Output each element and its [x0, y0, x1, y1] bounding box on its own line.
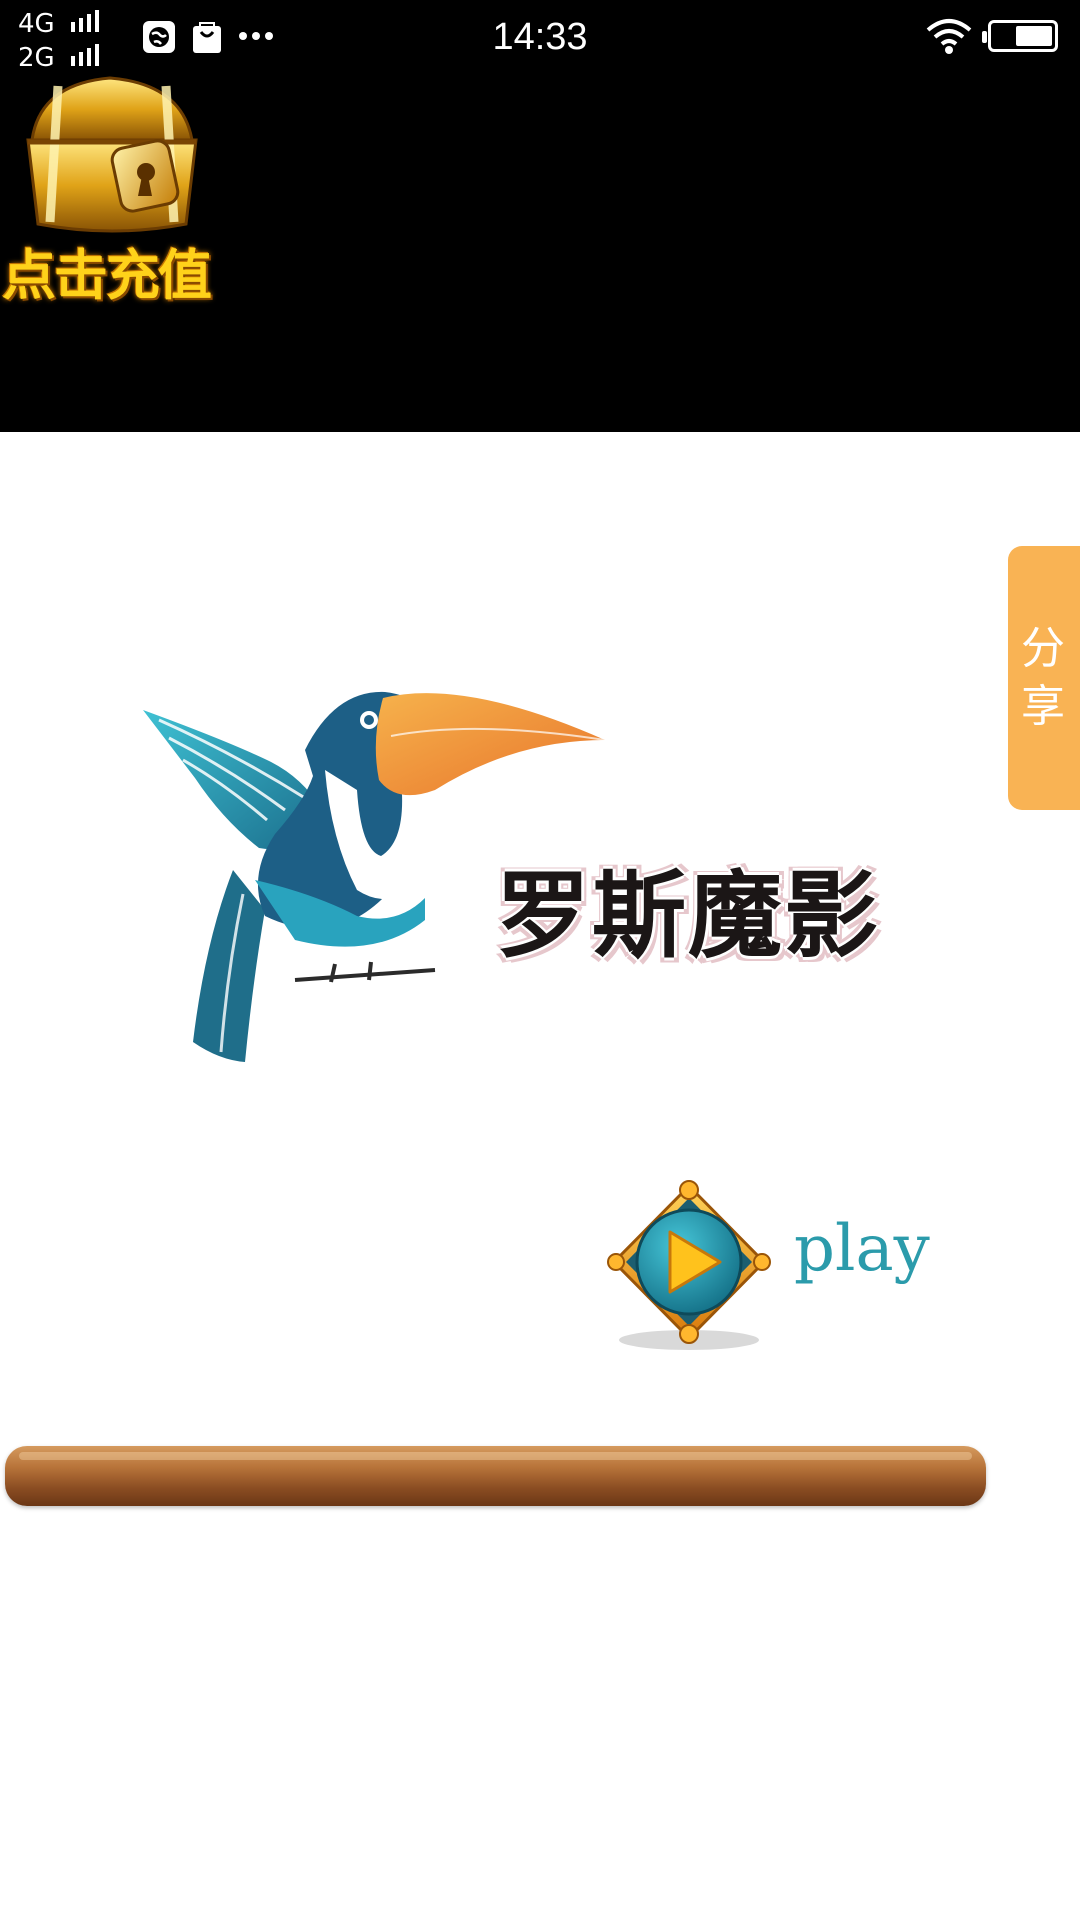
recharge-label: 点击充值: [2, 244, 212, 307]
play-icon: [607, 1180, 771, 1350]
play-button[interactable]: play: [604, 1180, 944, 1360]
app-title: 罗斯魔影: [496, 862, 881, 971]
battery-icon: [982, 20, 1058, 52]
loading-bar: [5, 1446, 986, 1506]
share-button[interactable]: 分享: [1008, 546, 1080, 810]
recharge-button[interactable]: 点击充值: [0, 68, 250, 308]
share-label: 分享: [1021, 623, 1065, 732]
play-label: play: [794, 1212, 930, 1286]
loading-bar-shine: [19, 1452, 972, 1460]
wifi-icon: [926, 19, 972, 54]
app-screen: 4G 2G 14:33 点击充值 分享 罗斯魔影 play: [0, 0, 1080, 1920]
treasure-chest-icon: [26, 76, 198, 233]
status-time: 14:33: [492, 16, 588, 58]
